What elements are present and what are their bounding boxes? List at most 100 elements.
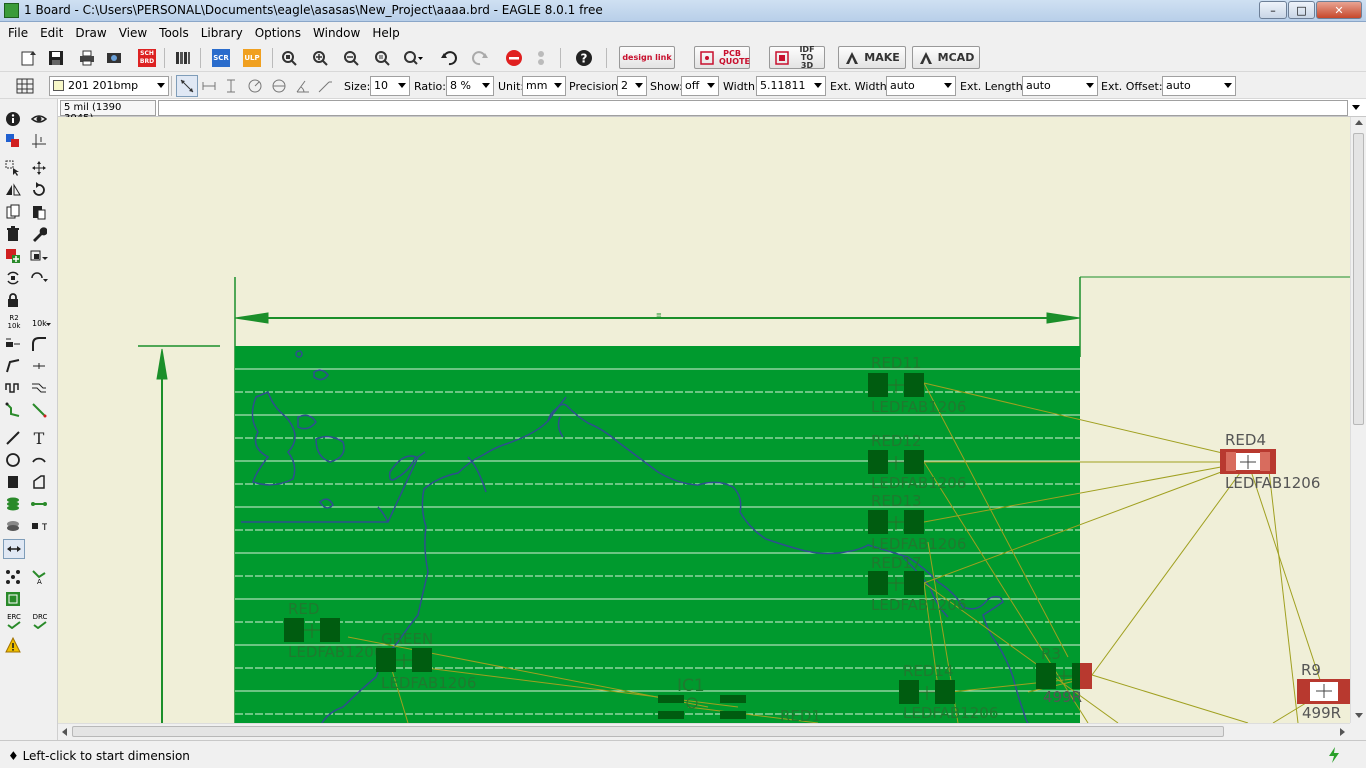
smash-icon[interactable] [3,334,23,354]
undo-icon[interactable] [438,47,460,69]
dimension-radius-icon[interactable] [244,75,266,97]
library-icon[interactable] [172,47,194,69]
command-history-dropdown[interactable] [1352,105,1360,110]
value-icon[interactable]: 10k [29,312,53,332]
minimize-button[interactable]: – [1259,1,1287,19]
dimension-tool-icon[interactable] [3,539,25,559]
layer-select[interactable]: 201 201bmp [49,76,169,96]
ext-offset-select[interactable]: auto [1162,76,1236,96]
lock-icon[interactable] [3,290,23,310]
scroll-up-arrow[interactable] [1355,120,1363,125]
delete-icon[interactable] [3,224,23,244]
rectangle-icon[interactable] [3,472,23,492]
menu-file[interactable]: File [2,26,34,40]
miter-icon[interactable] [29,334,49,354]
redraw-icon[interactable] [371,47,393,69]
unit-select[interactable]: mm [522,76,566,96]
info-icon[interactable] [3,109,23,129]
ripup-icon[interactable] [29,400,49,420]
maximize-button[interactable]: □ [1288,1,1315,19]
redo-icon[interactable] [469,47,491,69]
split-icon[interactable] [3,356,23,376]
copy-icon[interactable] [3,202,23,222]
ratsnest-icon[interactable] [3,567,23,587]
vertical-scrollbar[interactable] [1350,117,1366,723]
ext-length-select[interactable]: auto [1022,76,1098,96]
command-input[interactable] [158,100,1348,116]
script-icon[interactable]: SCR [210,47,232,69]
menu-help[interactable]: Help [366,26,405,40]
schematic-board-switch-icon[interactable]: SCH BRD [136,47,158,69]
drc-icon[interactable]: DRC [29,611,51,631]
menu-view[interactable]: View [113,26,153,40]
show-eye-icon[interactable] [29,109,49,129]
part-red4[interactable]: RED4 LEDFAB1206 [1220,431,1320,492]
scroll-left-arrow[interactable] [62,728,67,736]
arc-icon[interactable] [29,450,49,470]
circle-icon[interactable] [3,450,23,470]
menu-draw[interactable]: Draw [69,26,112,40]
make-button[interactable]: MAKE [838,46,906,69]
part-r9[interactable]: R9 499R [1297,661,1350,722]
paste-icon[interactable] [29,202,49,222]
width-select[interactable]: 5.11811 [756,76,826,96]
vertical-scroll-thumb[interactable] [1353,133,1364,425]
design-link-button[interactable]: design link [619,46,675,69]
horizontal-scrollbar[interactable] [58,723,1350,740]
lightning-icon[interactable] [1326,746,1342,767]
print-icon[interactable] [76,47,98,69]
precision-select[interactable]: 2 [617,76,647,96]
dimension-angle-icon[interactable] [292,75,314,97]
wrench-icon[interactable] [29,224,49,244]
move-icon[interactable] [3,158,23,178]
grid-icon[interactable] [14,75,36,97]
size-select[interactable]: 10 [370,76,410,96]
line-icon[interactable] [3,428,23,448]
errors-warning-icon[interactable] [3,635,23,655]
stop-icon[interactable] [503,47,525,69]
mirror-icon[interactable] [3,180,23,200]
optimize-icon[interactable] [29,356,49,376]
polygon-icon[interactable] [29,472,49,492]
gate-swap-icon[interactable] [29,268,49,288]
zoom-fit-icon[interactable] [278,47,300,69]
name-icon[interactable]: R2 10k [3,312,25,332]
text-icon[interactable]: T [29,428,49,448]
hole-icon[interactable] [3,516,23,536]
cam-processor-icon[interactable] [103,47,125,69]
ratio-select[interactable]: 8 % [446,76,494,96]
zoom-in-icon[interactable] [309,47,331,69]
ext-width-select[interactable]: auto [886,76,956,96]
run-ulp-icon[interactable]: ULP [241,47,263,69]
open-icon[interactable] [18,47,40,69]
menu-library[interactable]: Library [195,26,249,40]
save-icon[interactable] [45,47,67,69]
move-cross-icon[interactable] [29,158,49,178]
horizontal-scroll-thumb[interactable] [72,726,1224,737]
attribute-icon[interactable]: T [29,516,49,536]
display-layers-icon[interactable] [3,131,23,151]
close-button[interactable]: ✕ [1316,1,1362,19]
menu-tools[interactable]: Tools [153,26,195,40]
design-block-icon[interactable] [3,589,23,609]
menu-edit[interactable]: Edit [34,26,69,40]
via-icon[interactable] [3,494,23,514]
board-canvas[interactable]: ≡ RED11 LEDFAB1206 RED12 LEDFAB1206 RED1… [58,117,1350,723]
scroll-down-arrow[interactable] [1355,713,1363,718]
dimension-vertical-icon[interactable] [220,75,242,97]
pcb-quote-button[interactable]: PCB QUOTE [694,46,750,69]
route-multiple-icon[interactable] [29,378,49,398]
replace-icon[interactable] [29,246,49,266]
route-icon[interactable] [3,400,23,420]
menu-options[interactable]: Options [249,26,307,40]
dimension-diameter-icon[interactable] [268,75,290,97]
meander-icon[interactable] [3,378,23,398]
help-icon[interactable]: ? [573,47,595,69]
part-red1[interactable]: RED1 [780,707,821,723]
mcad-button[interactable]: MCAD [912,46,980,69]
menu-window[interactable]: Window [307,26,366,40]
autorouter-icon[interactable]: A [29,567,49,587]
swap-icon[interactable] [3,268,23,288]
add-icon[interactable] [3,246,23,266]
zoom-select-icon[interactable] [402,47,424,69]
